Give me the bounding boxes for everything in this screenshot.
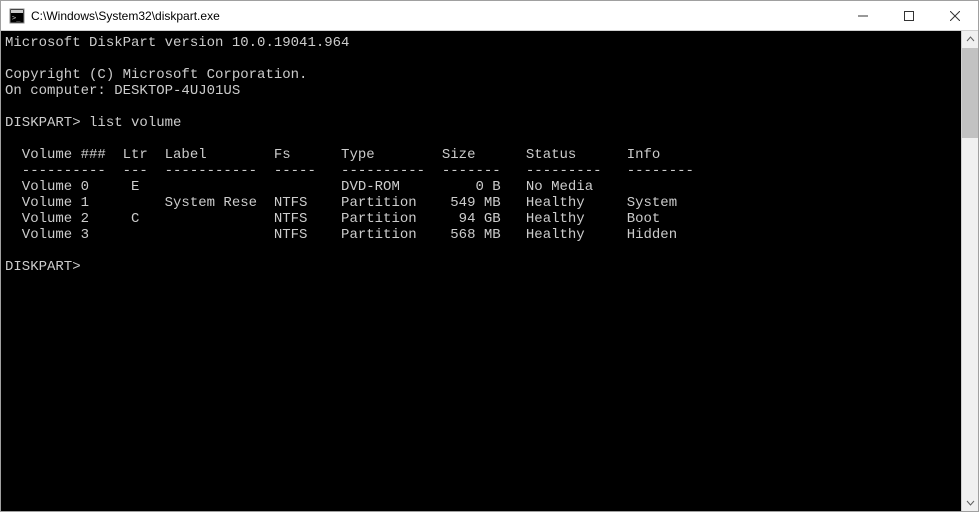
svg-text:>_: >_ [12, 14, 21, 22]
scrollbar-thumb[interactable] [962, 48, 978, 138]
titlebar[interactable]: >_ C:\Windows\System32\diskpart.exe [1, 1, 978, 31]
window-title: C:\Windows\System32\diskpart.exe [31, 9, 840, 23]
console-area: Microsoft DiskPart version 10.0.19041.96… [1, 31, 978, 511]
scrollbar-track[interactable] [962, 48, 978, 494]
console-output[interactable]: Microsoft DiskPart version 10.0.19041.96… [1, 31, 961, 511]
minimize-button[interactable] [840, 1, 886, 30]
window-controls [840, 1, 978, 30]
maximize-button[interactable] [886, 1, 932, 30]
vertical-scrollbar[interactable] [961, 31, 978, 511]
app-icon: >_ [9, 8, 25, 24]
scroll-down-button[interactable] [962, 494, 978, 511]
close-button[interactable] [932, 1, 978, 30]
scroll-up-button[interactable] [962, 31, 978, 48]
diskpart-window: >_ C:\Windows\System32\diskpart.exe Micr… [0, 0, 979, 512]
